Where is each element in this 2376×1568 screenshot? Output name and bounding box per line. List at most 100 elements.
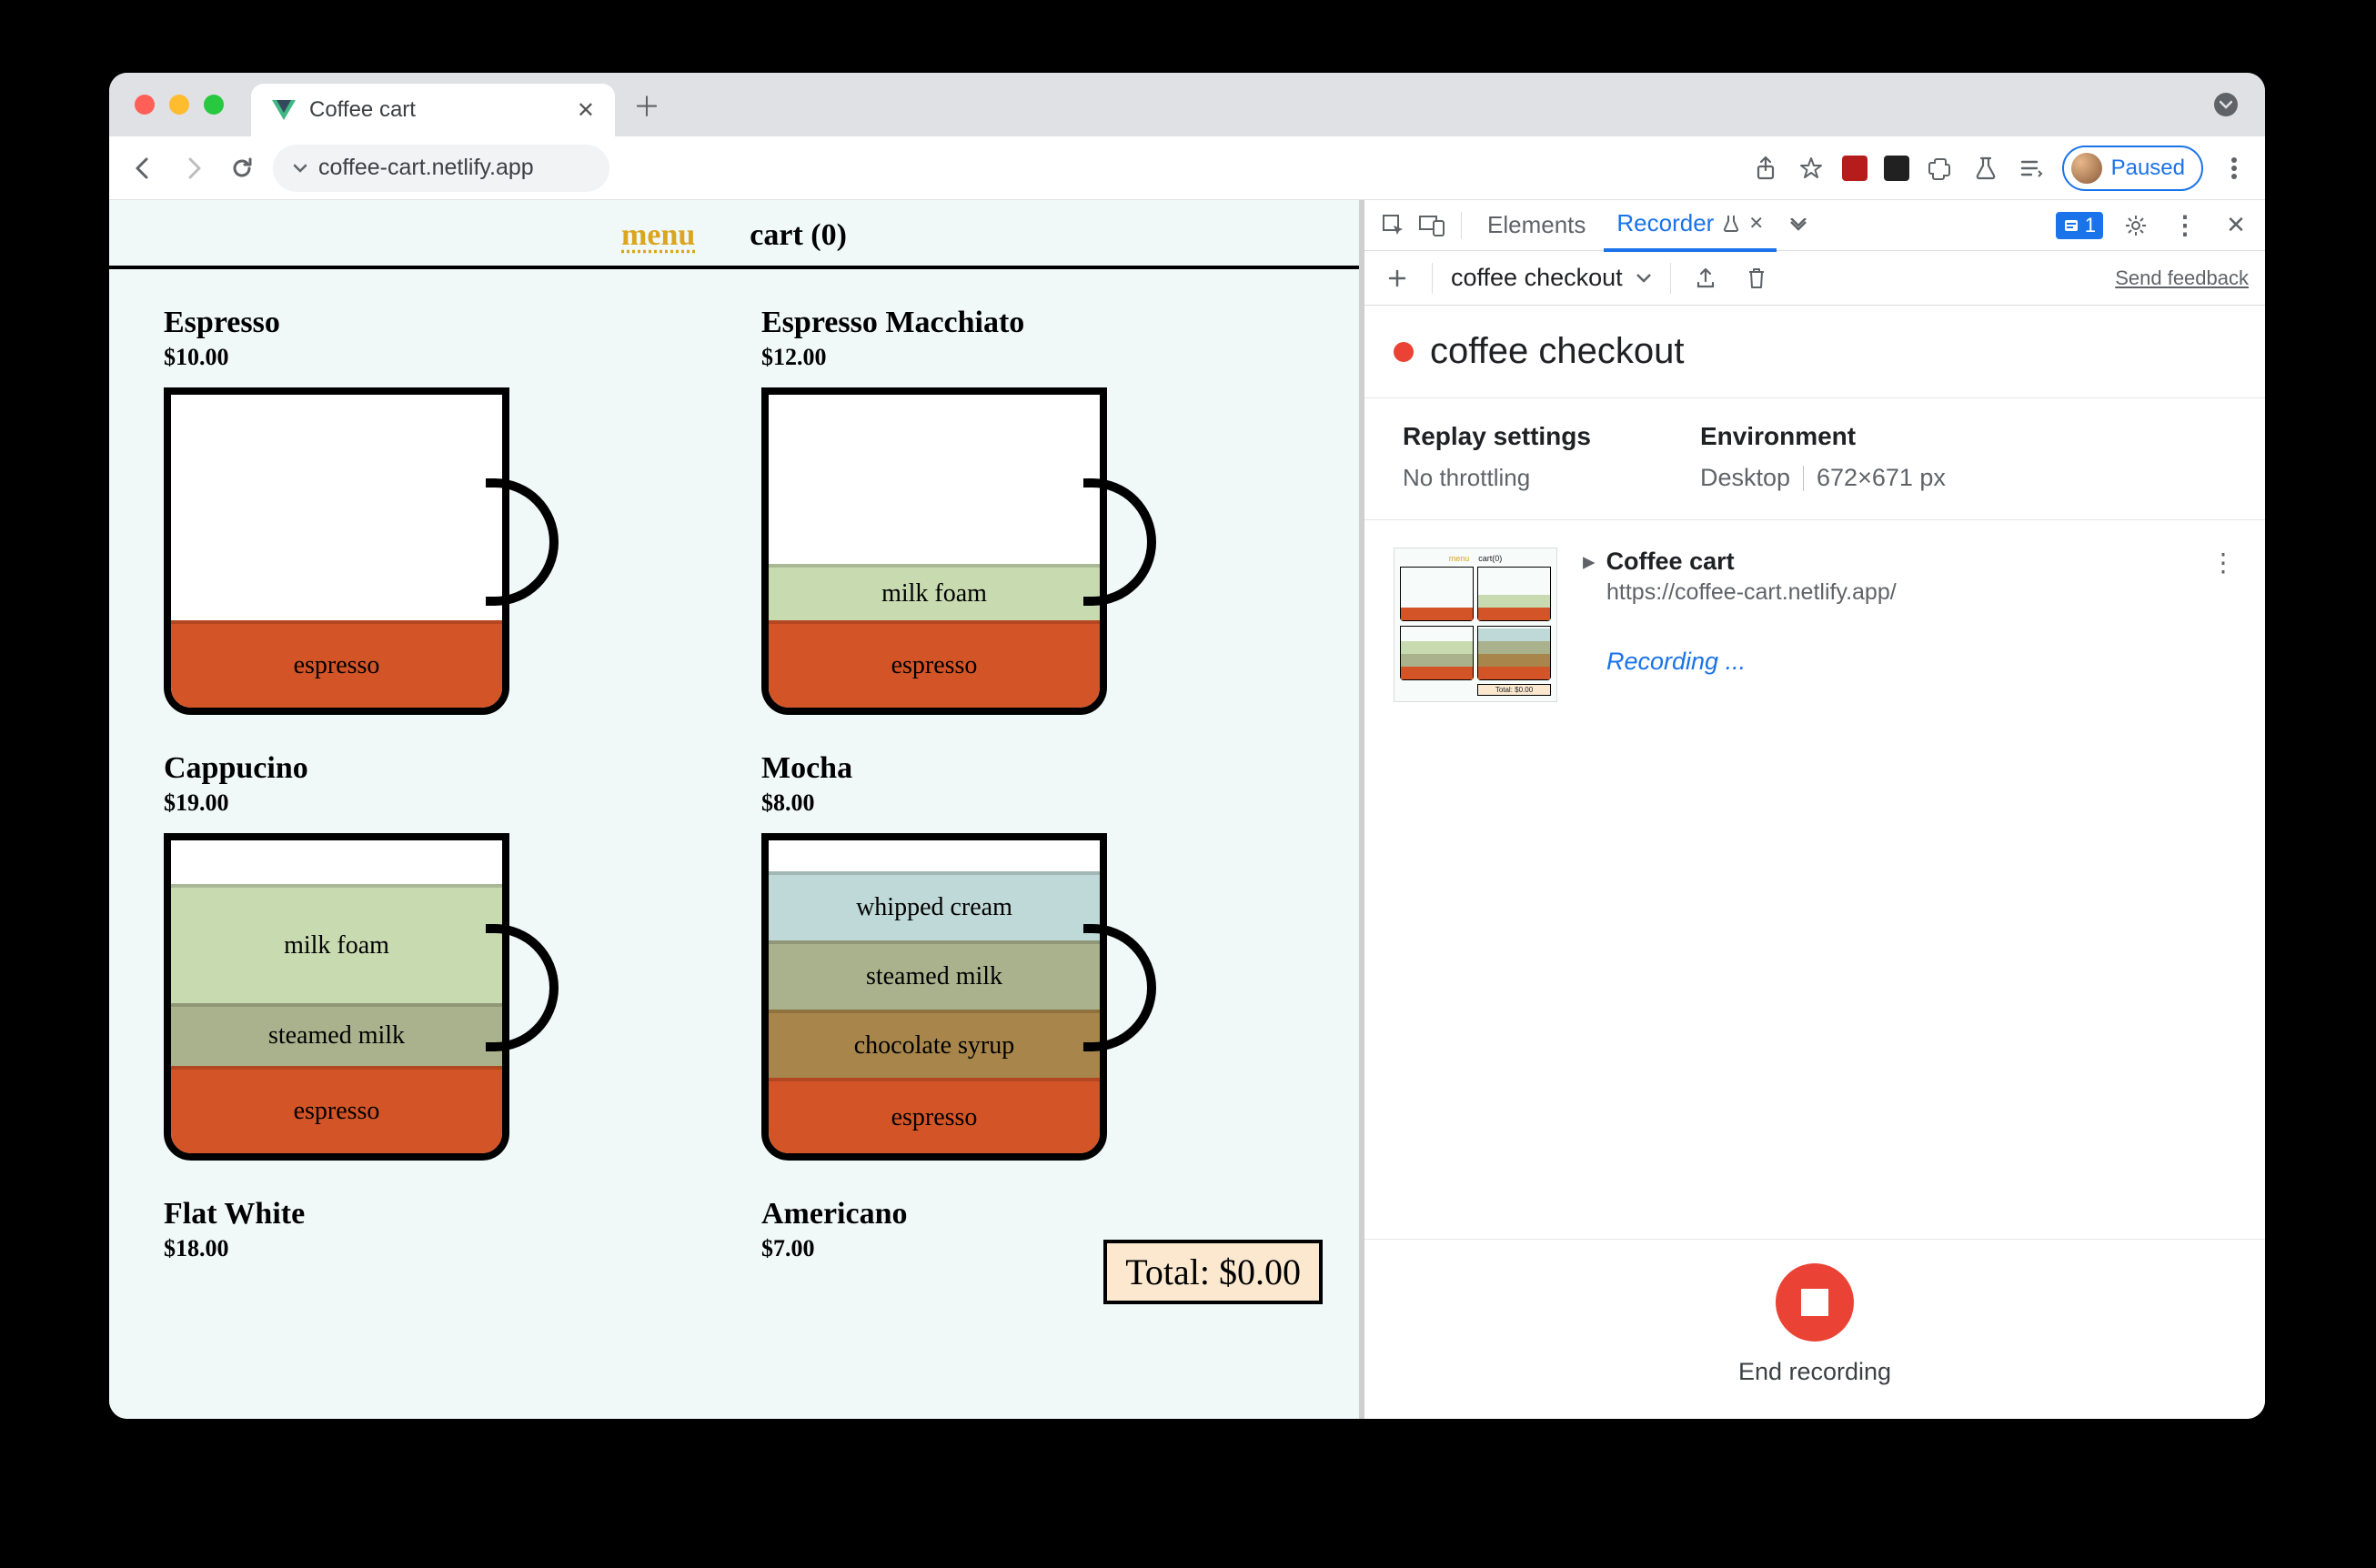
expand-triangle-icon[interactable]: ▸ [1583, 548, 1596, 576]
item-name: Espresso Macchiato [761, 306, 1304, 340]
devtools-tabs: Elements Recorder ✕ 1 [1364, 200, 2265, 251]
inspect-element-icon[interactable] [1377, 209, 1410, 242]
layer-label: milk foam [881, 579, 987, 608]
nav-menu-link[interactable]: menu [621, 218, 695, 253]
extensions-puzzle-icon[interactable] [1926, 154, 1955, 183]
omnibox[interactable]: coffee-cart.netlify.app [273, 145, 609, 192]
step-thumbnail: menucart(0) Total: $0.00 [1394, 548, 1557, 702]
item-price: $19.00 [164, 789, 707, 817]
layer-label: milk foam [284, 931, 389, 960]
step-row[interactable]: ▸ Coffee cart [1583, 548, 2185, 576]
kebab-menu-icon[interactable]: ⋮ [2169, 209, 2201, 242]
item-name: Mocha [761, 751, 1304, 786]
layer-label: espresso [891, 651, 978, 680]
back-button[interactable] [126, 150, 162, 186]
end-recording-label: End recording [1738, 1358, 1891, 1386]
step-url: https://coffee-cart.netlify.app/ [1606, 579, 2185, 606]
new-recording-button[interactable] [1381, 262, 1414, 295]
record-dot-icon [1394, 342, 1414, 362]
recorder-footer: End recording [1364, 1239, 2265, 1419]
total-box[interactable]: Total: $0.00 [1103, 1240, 1323, 1304]
layer-label: espresso [891, 1103, 978, 1132]
close-devtools-icon[interactable]: ✕ [2220, 209, 2252, 242]
new-tab-button[interactable]: ＋ [624, 82, 670, 127]
item-price: $8.00 [761, 789, 1304, 817]
item-price: $12.00 [761, 344, 1304, 371]
maximize-window-button[interactable] [204, 95, 224, 115]
stop-icon [1801, 1289, 1828, 1316]
page-nav: menu cart (0) [109, 200, 1359, 269]
recording-heading: coffee checkout [1364, 306, 2265, 398]
coffee-cup[interactable]: espresso [164, 387, 555, 724]
tab-recorder[interactable]: Recorder ✕ [1604, 198, 1777, 252]
item-name: Flat White [164, 1197, 707, 1231]
item-name: Americano [761, 1197, 1304, 1231]
close-window-button[interactable] [135, 95, 155, 115]
tab-title: Coffee cart [309, 97, 416, 123]
url-text: coffee-cart.netlify.app [318, 155, 534, 181]
kebab-menu-icon[interactable] [2220, 154, 2249, 183]
close-tab-icon[interactable]: ✕ [1748, 212, 1764, 235]
more-tabs-icon[interactable] [1782, 209, 1815, 242]
end-recording-button[interactable] [1776, 1263, 1854, 1342]
toolbar-right: Paused [1751, 146, 2249, 191]
recording-status: Recording ... [1606, 648, 2185, 676]
coffee-cup[interactable]: whipped cream steamed milk chocolate syr… [761, 833, 1153, 1170]
layer-label: whipped cream [856, 893, 1012, 922]
settings-gear-icon[interactable] [2119, 209, 2152, 242]
recording-settings: Replay settings No throttling Environmen… [1364, 398, 2265, 520]
layer-label: steamed milk [268, 1021, 405, 1050]
close-tab-icon[interactable]: ✕ [577, 97, 595, 124]
paused-label: Paused [2111, 156, 2185, 181]
forward-button[interactable] [175, 150, 211, 186]
tab-elements[interactable]: Elements [1475, 200, 1598, 250]
profile-paused-chip[interactable]: Paused [2062, 146, 2203, 191]
titlebar: Coffee cart ✕ ＋ [109, 73, 2265, 136]
reload-button[interactable] [224, 150, 260, 186]
browser-window: Coffee cart ✕ ＋ coffee-cart [109, 73, 2265, 1419]
cup-handle-icon [1083, 924, 1156, 1051]
coffee-cup[interactable]: milk foam espresso [761, 387, 1153, 724]
total-text: Total: $0.00 [1125, 1251, 1301, 1292]
labs-flask-icon[interactable] [1971, 154, 2000, 183]
layer-label: espresso [294, 1097, 380, 1126]
recording-steps: menucart(0) Total: $0.00 ▸ Coffee cart [1364, 520, 2265, 729]
layer-label: espresso [294, 651, 380, 680]
bookmark-star-icon[interactable] [1797, 154, 1826, 183]
recording-selector[interactable]: coffee checkout [1451, 264, 1652, 292]
environment-block[interactable]: Environment Desktop 672×671 px [1700, 422, 1946, 492]
extension-icon[interactable] [1884, 156, 1909, 181]
coffee-cup[interactable]: milk foam steamed milk espresso [164, 833, 555, 1170]
step-kebab-icon[interactable]: ⋮ [2210, 548, 2236, 578]
cup-handle-icon [1083, 478, 1156, 606]
page-content: menu cart (0) Espresso $10.00 espresso [109, 200, 1364, 1419]
device-toggle-icon[interactable] [1415, 209, 1448, 242]
chevron-down-icon [1636, 273, 1652, 284]
menu-item-cappucino: Cappucino $19.00 milk foam steamed milk … [164, 751, 707, 1170]
tab-list-button[interactable] [2214, 93, 2238, 116]
reading-list-icon[interactable] [2017, 154, 2046, 183]
browser-tab[interactable]: Coffee cart ✕ [251, 84, 615, 136]
menu-item-flatwhite: Flat White $18.00 [164, 1197, 707, 1262]
nav-cart-link[interactable]: cart (0) [750, 218, 847, 253]
menu-item-macchiato: Espresso Macchiato $12.00 milk foam espr… [761, 306, 1304, 724]
window-controls [135, 95, 224, 115]
address-bar: coffee-cart.netlify.app [109, 136, 2265, 200]
extension-icon[interactable] [1842, 156, 1868, 181]
item-price: $18.00 [164, 1235, 707, 1262]
export-icon[interactable] [1689, 262, 1722, 295]
layer-label: steamed milk [866, 962, 1002, 991]
cup-handle-icon [486, 478, 559, 606]
avatar-icon [2071, 153, 2102, 184]
send-feedback-link[interactable]: Send feedback [2115, 266, 2249, 290]
item-price: $10.00 [164, 344, 707, 371]
minimize-window-button[interactable] [169, 95, 189, 115]
delete-icon[interactable] [1740, 262, 1773, 295]
site-info-icon[interactable] [293, 163, 307, 174]
menu-item-espresso: Espresso $10.00 espresso [164, 306, 707, 724]
share-icon[interactable] [1751, 154, 1780, 183]
vue-favicon-icon [271, 97, 297, 123]
issues-badge[interactable]: 1 [2056, 212, 2103, 239]
replay-settings-block[interactable]: Replay settings No throttling [1403, 422, 1591, 492]
flask-icon [1723, 214, 1739, 234]
